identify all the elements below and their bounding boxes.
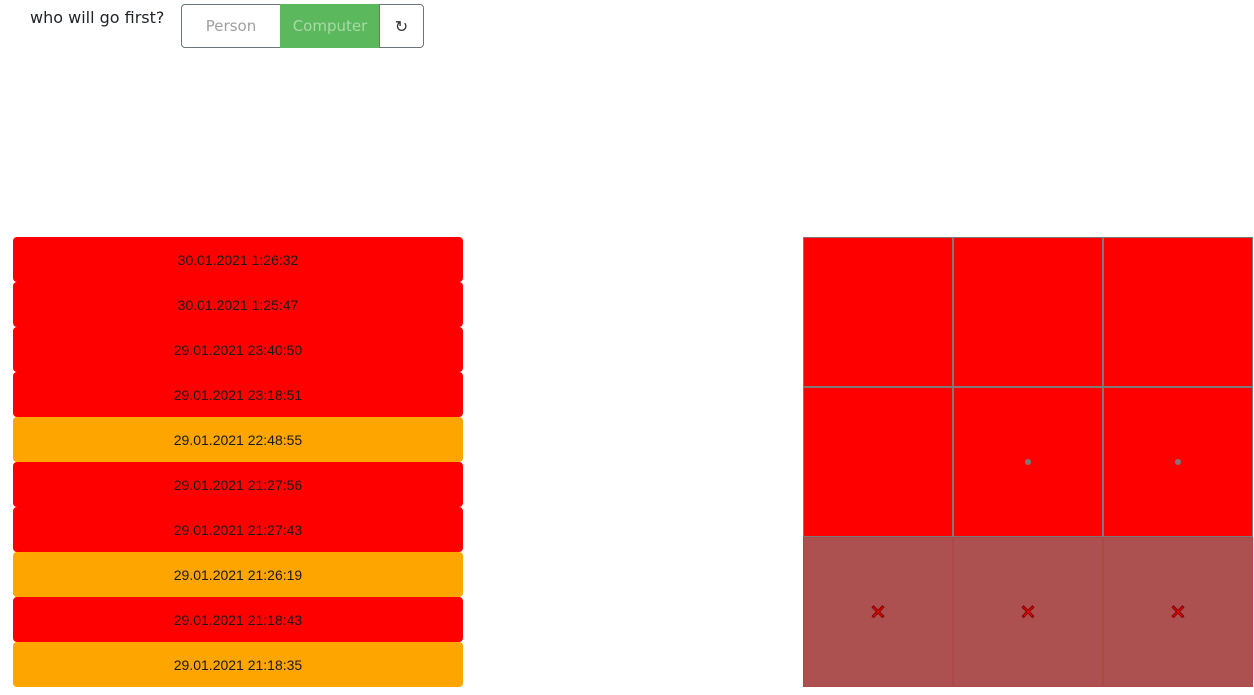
x-mark-icon: ✕ <box>1019 600 1037 624</box>
history-item[interactable]: 29.01.2021 23:40:50 <box>13 327 463 372</box>
history-item[interactable]: 29.01.2021 23:18:51 <box>13 372 463 417</box>
history-item[interactable]: 30.01.2021 1:25:47 <box>13 282 463 327</box>
history-item[interactable]: 29.01.2021 21:18:43 <box>13 597 463 642</box>
o-mark-icon <box>1175 459 1181 465</box>
board-cell[interactable]: ✕ <box>1103 537 1253 687</box>
o-mark-icon <box>1025 459 1031 465</box>
history-item[interactable]: 29.01.2021 21:18:35 <box>13 642 463 687</box>
board-cell[interactable]: ✕ <box>953 537 1103 687</box>
board-cell[interactable] <box>803 387 953 537</box>
history-item[interactable]: 29.01.2021 21:27:56 <box>13 462 463 507</box>
history-item[interactable]: 29.01.2021 21:26:19 <box>13 552 463 597</box>
x-mark-icon: ✕ <box>869 600 887 624</box>
person-first-button[interactable]: Person <box>181 4 281 48</box>
game-history-list: 30.01.2021 1:26:32 30.01.2021 1:25:47 29.0… <box>13 237 463 687</box>
x-mark-icon: ✕ <box>1169 600 1187 624</box>
refresh-icon: ↻ <box>394 16 409 36</box>
board-cell[interactable] <box>1103 387 1253 537</box>
reset-button[interactable]: ↻ <box>379 4 424 48</box>
board-cell[interactable] <box>953 237 1103 387</box>
first-player-question: who will go first? <box>30 8 165 27</box>
history-item[interactable]: 29.01.2021 21:27:43 <box>13 507 463 552</box>
computer-first-button[interactable]: Computer <box>280 4 380 48</box>
game-board: ✕ ✕ ✕ <box>803 237 1253 687</box>
board-cell[interactable] <box>1103 237 1253 387</box>
history-item[interactable]: 29.01.2021 22:48:55 <box>13 417 463 462</box>
history-item[interactable]: 30.01.2021 1:26:32 <box>13 237 463 282</box>
board-cell[interactable] <box>803 237 953 387</box>
board-cell[interactable]: ✕ <box>803 537 953 687</box>
board-cell[interactable] <box>953 387 1103 537</box>
